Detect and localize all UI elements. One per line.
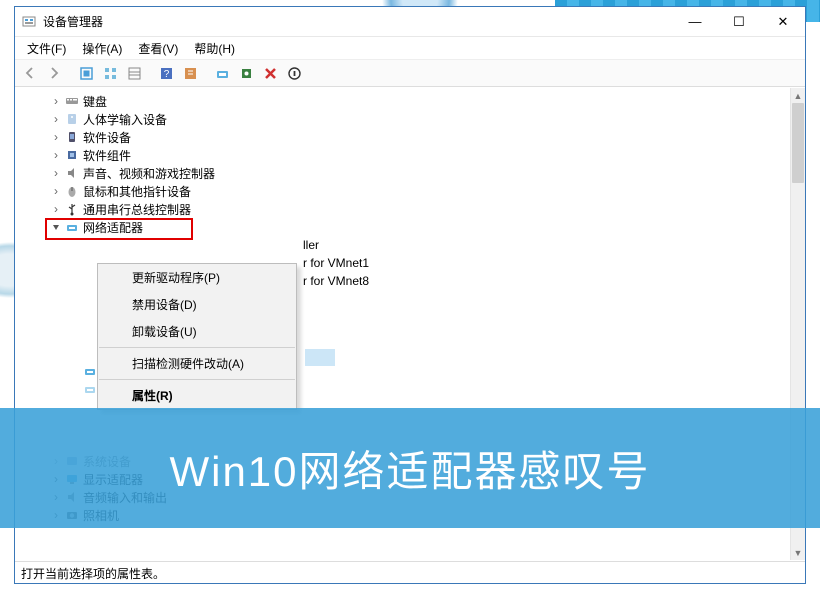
status-text: 打开当前选择项的属性表。 [21,567,165,581]
tree-label: 键盘 [81,93,107,110]
toolbar-uninstall-icon[interactable] [259,62,281,84]
software-device-icon [63,130,81,144]
selection-highlight [305,349,335,366]
context-menu-properties[interactable]: 属性(R) [98,382,296,409]
tree-label: r for VMnet1 [301,256,369,270]
tree-label: 网络适配器 [81,219,143,236]
tree-row[interactable]: ller [15,236,805,254]
watermark-banner: Win10网络适配器感叹号 [0,408,820,528]
context-menu-separator [99,347,295,348]
close-button[interactable]: ✕ [761,8,805,36]
context-menu-disable-device[interactable]: 禁用设备(D) [98,291,296,318]
toolbar-disable-icon[interactable] [283,62,305,84]
keyboard-icon [63,94,81,108]
toolbar-scan-hardware-icon[interactable] [235,62,257,84]
scroll-up-button[interactable]: ▲ [791,88,805,103]
tree-label: 通用串行总线控制器 [81,201,191,218]
svg-text:?: ? [163,69,169,80]
tree-row[interactable]: › 声音、视频和游戏控制器 [15,164,805,182]
chevron-right-icon[interactable]: › [49,202,63,216]
context-menu: 更新驱动程序(P) 禁用设备(D) 卸载设备(U) 扫描检测硬件改动(A) 属性… [97,263,297,410]
forward-button[interactable] [43,62,65,84]
tree-label: 软件设备 [81,129,131,146]
network-adapter-icon [63,220,81,234]
context-menu-update-driver[interactable]: 更新驱动程序(P) [98,264,296,291]
chevron-right-icon[interactable]: › [49,94,63,108]
menubar: 文件(F) 操作(A) 查看(V) 帮助(H) [15,37,805,59]
titlebar[interactable]: 设备管理器 — ☐ ✕ [15,7,805,37]
toolbar: ? [15,59,805,87]
menu-help[interactable]: 帮助(H) [186,38,243,59]
tree-row[interactable]: › 软件组件 [15,146,805,164]
banner-text: Win10网络适配器感叹号 [169,438,650,499]
menu-action[interactable]: 操作(A) [74,38,130,59]
chevron-right-icon[interactable]: › [49,112,63,126]
tree-label: 人体学输入设备 [81,111,167,128]
toolbar-list-icon[interactable] [99,62,121,84]
context-menu-uninstall-device[interactable]: 卸载设备(U) [98,318,296,345]
back-button[interactable] [19,62,41,84]
tree-label: r for VMnet8 [301,274,369,288]
usb-icon [63,202,81,216]
tree-label: 软件组件 [81,147,131,164]
tree-row[interactable]: › 软件设备 [15,128,805,146]
tree-row[interactable]: › 通用串行总线控制器 [15,200,805,218]
toolbar-scan-icon[interactable] [75,62,97,84]
menu-view[interactable]: 查看(V) [130,38,186,59]
context-menu-separator [99,379,295,380]
tree-label: 声音、视频和游戏控制器 [81,165,215,182]
tree-row[interactable]: › 鼠标和其他指针设备 [15,182,805,200]
chevron-right-icon[interactable]: › [49,184,63,198]
chevron-right-icon[interactable]: › [49,130,63,144]
toolbar-properties-icon[interactable] [179,62,201,84]
maximize-button[interactable]: ☐ [717,8,761,36]
minimize-button[interactable]: — [673,8,717,36]
hid-icon [63,112,81,126]
tree-label: ller [301,238,319,252]
speaker-icon [63,166,81,180]
toolbar-help-icon[interactable]: ? [155,62,177,84]
window-title: 设备管理器 [43,13,673,30]
window-controls: — ☐ ✕ [673,8,805,36]
software-component-icon [63,148,81,162]
chevron-right-icon[interactable]: › [49,148,63,162]
scroll-thumb[interactable] [792,103,804,183]
chevron-down-icon[interactable] [49,222,63,232]
toolbar-update-icon[interactable] [211,62,233,84]
tree-label: 鼠标和其他指针设备 [81,183,191,200]
tree-row[interactable]: › 人体学输入设备 [15,110,805,128]
chevron-right-icon[interactable]: › [49,166,63,180]
context-menu-scan-hardware[interactable]: 扫描检测硬件改动(A) [98,350,296,377]
tree-row-network-adapters[interactable]: 网络适配器 [15,218,805,236]
menu-file[interactable]: 文件(F) [19,38,74,59]
scroll-down-button[interactable]: ▼ [791,545,805,560]
toolbar-details-icon[interactable] [123,62,145,84]
mouse-icon [63,184,81,198]
app-icon [21,14,37,30]
tree-row[interactable]: › 键盘 [15,92,805,110]
status-bar: 打开当前选择项的属性表。 [15,561,805,583]
